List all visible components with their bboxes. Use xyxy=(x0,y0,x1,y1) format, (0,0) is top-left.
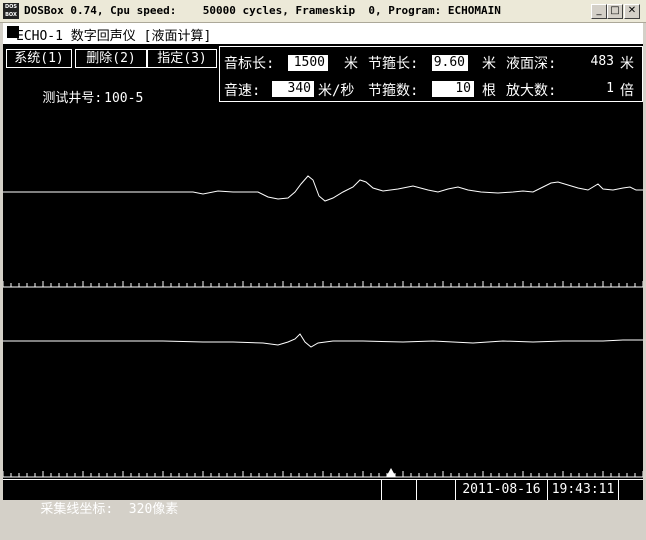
dosbox-app-icon[interactable]: DOS BOX xyxy=(3,3,19,19)
close-icon[interactable]: ✕ xyxy=(624,4,640,19)
cursor-coordinate-label: 采集线坐标: xyxy=(40,502,114,517)
upper-echo-trace xyxy=(3,175,643,202)
status-date: 2011-08-16 xyxy=(456,480,548,500)
lower-ruler-ticks xyxy=(3,471,643,477)
status-cell-empty-2 xyxy=(417,480,456,500)
acquisition-cursor-marker[interactable] xyxy=(386,468,396,477)
status-cell-empty-1 xyxy=(382,480,417,500)
status-time: 19:43:11 xyxy=(548,480,619,500)
status-bar: 采集线坐标: 320像素 2011-08-16 19:43:11 xyxy=(3,479,643,517)
maximize-icon[interactable]: □ xyxy=(607,4,623,19)
cursor-coordinate-value: 320像素 xyxy=(128,502,179,517)
minimize-icon[interactable]: _ xyxy=(591,4,607,19)
upper-ruler-ticks xyxy=(3,281,643,287)
waveform-canvas[interactable] xyxy=(3,44,643,479)
echo-display-screen: 系统(1) 删除(2) 指定(3) 测试井号: 100-5 音标长: 1500 米… xyxy=(3,44,643,499)
cursor-coordinate: 采集线坐标: 320像素 xyxy=(3,480,382,517)
window-title: DOSBox 0.74, Cpu speed: 50000 cycles, Fr… xyxy=(24,4,501,17)
app-title: ECHO-1 数字回声仪 [液面计算] xyxy=(16,29,212,44)
lower-echo-trace xyxy=(3,333,643,348)
window-title-bar[interactable]: DOS BOX DOSBox 0.74, Cpu speed: 50000 cy… xyxy=(0,0,646,23)
app-title-bar: ECHO-1 数字回声仪 [液面计算] xyxy=(3,23,643,45)
